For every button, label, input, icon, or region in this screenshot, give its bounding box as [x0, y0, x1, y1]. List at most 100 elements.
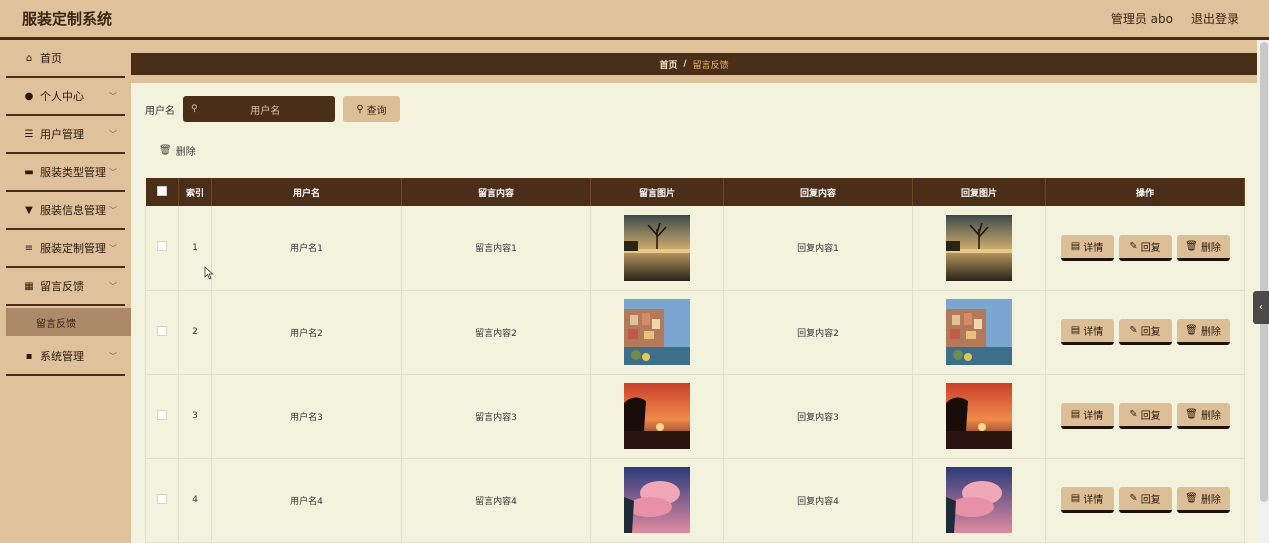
detail-label: 详情 [1083, 327, 1104, 338]
delete-button[interactable]: 🗑 删除 [1176, 234, 1230, 261]
table-row: 4 用户名4 留言内容4 回复内容4 ▤ 详情 ✎ 回复 🗑 删除 [145, 458, 1245, 542]
app-title: 服装定制系统 [22, 10, 113, 28]
mouse-cursor-icon [204, 266, 214, 280]
table-header-row: 索引 用户名 留言内容 留言图片 回复内容 回复图片 操作 [145, 178, 1245, 206]
search-bar: 用户名 ⚲ 用户名 ⚲ 查询 [145, 96, 400, 122]
query-button-label: 查询 [366, 105, 387, 117]
sidebar-item-home[interactable]: ⌂ 首页 [6, 40, 125, 78]
detail-label: 详情 [1083, 242, 1104, 254]
sidebar-item-clothing-info[interactable]: ▼ 服装信息管理 ﹀ [6, 192, 125, 230]
sidebar-item-user-management[interactable]: ☰ 用户管理 ﹀ [6, 116, 125, 154]
chevron-down-icon: ﹀ [109, 129, 117, 139]
apps-icon: ▪ [25, 350, 33, 362]
message-image [624, 467, 690, 533]
sidebar-item-label: 服装类型管理 [40, 166, 106, 179]
document-icon: ▤ [1070, 325, 1081, 336]
reply-button[interactable]: ✎ 回复 [1118, 234, 1172, 261]
cell-username: 用户名2 [211, 290, 402, 374]
search-input[interactable]: ⚲ 用户名 [183, 96, 335, 122]
cell-actions: ▤ 详情 ✎ 回复 🗑 删除 [1045, 458, 1245, 542]
table-row: 3 用户名3 留言内容3 回复内容3 ▤ 详情 ✎ 回复 🗑 删除 [145, 374, 1245, 458]
chevron-down-icon: ﹀ [109, 91, 117, 101]
delete-button[interactable]: 🗑 删除 [1176, 403, 1230, 429]
column-header: 操作 [1045, 178, 1245, 206]
cell-content: 留言内容1 [401, 206, 591, 290]
collapse-panel-handle[interactable]: ‹ [1253, 291, 1269, 324]
delete-label: 删除 [1200, 495, 1221, 506]
reply-button[interactable]: ✎ 回复 [1118, 487, 1172, 513]
sidebar-item-clothing-type[interactable]: ▬ 服装类型管理 ﹀ [6, 154, 125, 192]
reply-image [946, 299, 1012, 365]
reply-button[interactable]: ✎ 回复 [1118, 319, 1172, 345]
query-button[interactable]: ⚲ 查询 [343, 96, 400, 122]
scrollbar-thumb[interactable] [1260, 42, 1268, 502]
sidebar-item-personal-center[interactable]: ● 个人中心 ﹀ [6, 78, 125, 116]
chevron-down-icon: ﹀ [109, 243, 117, 253]
reply-button[interactable]: ✎ 回复 [1118, 403, 1172, 429]
row-checkbox[interactable] [145, 206, 179, 290]
grid-icon: ▦ [24, 280, 34, 292]
current-user[interactable]: 管理员 abo [1111, 10, 1173, 27]
chevron-down-icon: ﹀ [109, 281, 117, 291]
sidebar: ⌂ 首页 ● 个人中心 ﹀ ☰ 用户管理 ﹀ ▬ 服装类型管理 ﹀ ▼ 服装信息… [0, 40, 131, 543]
cell-index: 2 [178, 290, 212, 374]
sidebar-subitem-feedback[interactable]: 留言反馈 [6, 308, 131, 336]
delete-button[interactable]: 🗑 删除 [1176, 487, 1230, 513]
sidebar-item-label: 首页 [40, 52, 62, 65]
sidebar-item-label: 系统管理 [40, 350, 84, 363]
trash-icon: 🗑 [1185, 240, 1198, 252]
cell-username: 用户名4 [211, 458, 402, 542]
reply-image [946, 214, 1012, 281]
cell-actions: ▤ 详情 ✎ 回复 🗑 删除 [1045, 290, 1245, 374]
select-all-checkbox[interactable] [145, 178, 179, 206]
delete-button[interactable]: 🗑 删除 [1176, 319, 1230, 345]
edit-icon: ✎ [1129, 493, 1138, 504]
detail-button[interactable]: ▤ 详情 [1060, 487, 1114, 513]
breadcrumb-home[interactable]: 首页 [659, 58, 677, 71]
row-checkbox[interactable] [145, 290, 179, 374]
row-checkbox[interactable] [145, 458, 179, 542]
delete-label: 删除 [1200, 327, 1221, 338]
detail-button[interactable]: ▤ 详情 [1060, 234, 1114, 261]
cell-reply: 回复内容2 [723, 290, 913, 374]
reply-label: 回复 [1140, 495, 1161, 506]
column-header: 回复图片 [912, 178, 1046, 206]
chevron-down-icon: ﹀ [109, 205, 117, 215]
search-placeholder: 用户名 [250, 105, 281, 117]
cell-message-image [590, 206, 724, 290]
row-checkbox[interactable] [145, 374, 179, 458]
header-actions: 管理员 abo 退出登录 [1111, 10, 1239, 27]
breadcrumb-current: 留言反馈 [692, 60, 729, 71]
reply-label: 回复 [1140, 411, 1161, 422]
sidebar-item-system[interactable]: ▪ 系统管理 ﹀ [6, 338, 125, 376]
search-icon: ⚲ [356, 103, 364, 115]
column-header: 索引 [178, 178, 212, 206]
funnel-icon: ▼ [25, 204, 33, 216]
message-image [624, 214, 690, 281]
sidebar-item-custom-orders[interactable]: ≡ 服装定制管理 ﹀ [6, 230, 125, 268]
cell-content: 留言内容4 [401, 458, 591, 542]
person-icon: ● [24, 90, 34, 102]
cell-content: 留言内容2 [401, 290, 591, 374]
breadcrumb: 首页 / 留言反馈 [131, 53, 1257, 75]
chevron-left-icon: ‹ [1259, 302, 1263, 313]
column-header: 回复内容 [723, 178, 913, 206]
delete-label: 删除 [1200, 242, 1221, 254]
bulk-delete-label: 删除 [175, 147, 196, 158]
cell-reply-image [912, 458, 1046, 542]
logout-link[interactable]: 退出登录 [1191, 10, 1239, 27]
message-image [624, 299, 690, 365]
bulk-delete-button[interactable]: 🗑 删除 [159, 143, 196, 158]
cell-index: 3 [178, 374, 212, 458]
reply-image [946, 383, 1012, 449]
cell-actions: ▤ 详情 ✎ 回复 🗑 删除 [1045, 374, 1245, 458]
detail-button[interactable]: ▤ 详情 [1060, 319, 1114, 345]
cell-reply: 回复内容1 [723, 206, 913, 290]
cell-reply-image [912, 290, 1046, 374]
top-header: 服装定制系统 管理员 abo 退出登录 [0, 0, 1269, 40]
detail-label: 详情 [1083, 495, 1104, 506]
sidebar-item-feedback[interactable]: ▦ 留言反馈 ﹀ [6, 268, 125, 306]
trash-icon: 🗑 [159, 145, 172, 156]
detail-button[interactable]: ▤ 详情 [1060, 403, 1114, 429]
detail-label: 详情 [1083, 411, 1104, 422]
